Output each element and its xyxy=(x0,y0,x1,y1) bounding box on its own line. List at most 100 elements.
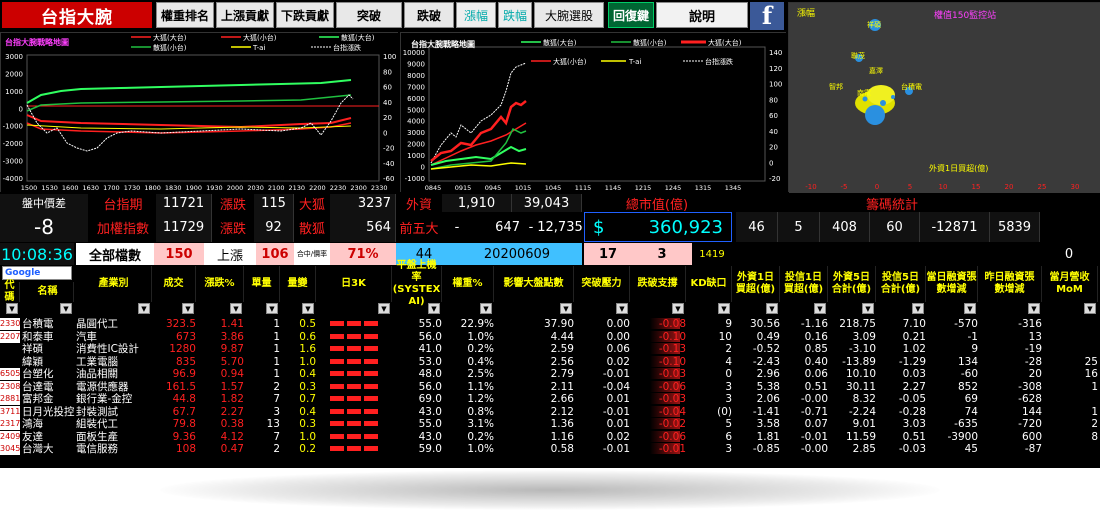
filter-dropdown-icon[interactable]: ▼ xyxy=(60,303,72,314)
cell-ind: 晶圓代工 xyxy=(76,318,118,330)
filter-dropdown-icon[interactable]: ▼ xyxy=(1028,303,1040,314)
col-header[interactable]: 產業別 xyxy=(76,266,152,302)
weight-rank-button[interactable]: 權重排名 xyxy=(156,2,214,28)
col-header[interactable]: 跌破支撐 xyxy=(630,266,686,302)
facebook-icon[interactable]: f xyxy=(750,1,784,30)
col-header[interactable]: 影響大盤點數 xyxy=(494,266,574,302)
col-header[interactable]: 外資1日 買超(億) xyxy=(732,266,780,302)
cell-w: 22.9% xyxy=(460,318,494,330)
col-header[interactable]: 投信5日 合計(億) xyxy=(876,266,926,302)
help-button[interactable]: 說明 xyxy=(656,2,748,28)
col-header[interactable]: 成交 xyxy=(152,266,196,302)
col-header[interactable]: 當月營收 MoM xyxy=(1042,266,1098,302)
loss-button[interactable]: 跌幅 xyxy=(498,2,532,28)
col-header[interactable]: 突破壓力 xyxy=(574,266,630,302)
kbar-mark xyxy=(330,446,344,451)
col-header[interactable]: 平盤上機率 (SYSTEX AI) xyxy=(392,260,442,307)
table-row[interactable]: 2409 友達 面板生產 9.36 4.12 7 1.0 43.0 0.2% 1.16 0.02 -0… xyxy=(0,430,1100,443)
breakdown-button[interactable]: 跌破 xyxy=(404,2,454,28)
cell-f5: 2.85 xyxy=(852,443,876,455)
up-contribution-button[interactable]: 上漲貢獻 xyxy=(216,2,274,28)
cell-br: -0.01 xyxy=(602,368,630,380)
col-header[interactable]: 權重% xyxy=(442,266,494,302)
table-row[interactable]: 6505 台塑化 油品相關 96.9 0.94 1 0.4 48.0 2.5% 2.79 -0.01… xyxy=(0,368,1100,380)
filter-dropdown-icon[interactable]: ▼ xyxy=(560,303,572,314)
chart3-xtick: 30 xyxy=(1071,183,1080,191)
filter-dropdown-icon[interactable]: ▼ xyxy=(138,303,150,314)
col-header[interactable]: 量變 xyxy=(280,266,316,302)
filter-dropdown-icon[interactable]: ▼ xyxy=(766,303,778,314)
col-header[interactable]: KD缺口 xyxy=(686,266,732,302)
filter-dropdown-icon[interactable]: ▼ xyxy=(6,303,18,314)
col-header[interactable]: 日3K xyxy=(316,266,392,302)
chart1-ytick-left: 3000 xyxy=(5,53,23,61)
filter-dropdown-icon[interactable]: ▼ xyxy=(378,303,390,314)
col-header[interactable]: 單量 xyxy=(244,266,280,302)
filter-dropdown-icon[interactable]: ▼ xyxy=(814,303,826,314)
cell-mom: 2 xyxy=(1091,418,1098,430)
cell-kd: 10 xyxy=(718,330,732,343)
chart2-xtick: 1315 xyxy=(695,184,712,192)
restore-button[interactable]: 回復鍵 xyxy=(608,2,654,28)
table-row[interactable]: 緯穎 工業電腦 835 5.70 1 1.0 53.0 0.4% 2.56 0.02 -0.10 4 -… xyxy=(0,355,1100,368)
cell-vol: 7 xyxy=(273,393,280,405)
cell-vol: 1 xyxy=(273,330,280,343)
gain-button[interactable]: 漲幅 xyxy=(456,2,496,28)
filter-dropdown-icon[interactable]: ▼ xyxy=(182,303,194,314)
table-row[interactable]: 祥碩 消費性IC設計 1280 9.87 1 1.6 41.0 0.2% 2.59 0.06 -0.… xyxy=(0,343,1100,355)
col-header[interactable]: 當日融資張 數增減 xyxy=(926,266,978,302)
cell-f1: 3.58 xyxy=(756,418,780,430)
top5-value-a: 647 xyxy=(495,219,520,235)
stock-pick-button[interactable]: 大腕選股 xyxy=(534,2,604,28)
filter-dropdown-icon[interactable]: ▼ xyxy=(862,303,874,314)
stat-6: 5839 xyxy=(990,212,1040,242)
filter-dropdown-icon[interactable]: ▼ xyxy=(964,303,976,314)
chart1-xtick: 1930 xyxy=(206,184,223,192)
col-header[interactable]: 漲跌% xyxy=(196,266,244,302)
google-search-button[interactable]: Google xyxy=(2,266,72,280)
filter-dropdown-icon[interactable]: ▼ xyxy=(616,303,628,314)
col-header[interactable]: 名稱 xyxy=(22,282,74,302)
cell-kd: 6 xyxy=(725,430,732,443)
cell-name: 台塑化 xyxy=(22,368,54,380)
filter-dropdown-icon[interactable]: ▼ xyxy=(1084,303,1096,314)
cell-m2: -19 xyxy=(1024,343,1042,355)
filter-dropdown-icon[interactable]: ▼ xyxy=(912,303,924,314)
table-row[interactable]: 3045 台灣大 電信服務 108 0.47 2 0.2 59.0 1.0% 0.58 -0.01 -… xyxy=(0,443,1100,455)
breakout-button[interactable]: 突破 xyxy=(336,2,402,28)
cell-m1: 852 xyxy=(957,380,978,393)
filter-dropdown-icon[interactable]: ▼ xyxy=(480,303,492,314)
cell-t1: -1.16 xyxy=(800,318,828,330)
chart2-title: 台指大腕戰略地圖 xyxy=(411,39,475,49)
table-row[interactable]: 3711 日月光投控 封裝測試 67.7 2.27 3 0.4 43.0 0.8% 2.12 -0.… xyxy=(0,405,1100,418)
kbar-mark xyxy=(347,446,361,451)
down-contribution-button[interactable]: 下跌貢獻 xyxy=(276,2,334,28)
filter-dropdown-icon[interactable]: ▼ xyxy=(718,303,730,314)
top5-value-b: 12,735 xyxy=(537,219,583,235)
cell-f1: 2.06 xyxy=(756,393,780,405)
table-row[interactable]: 2207 和泰車 汽車 673 3.86 1 0.6 56.0 1.0% 4.44 0.00 -0.1… xyxy=(0,330,1100,343)
table-row[interactable]: 2881 富邦金 銀行業-金控 44.8 1.82 7 0.7 69.0 1.2% 2.66 0.0… xyxy=(0,393,1100,405)
col-header[interactable]: 投信1日 買超(億) xyxy=(780,266,828,302)
chart1-ytick-right: 100 xyxy=(383,53,396,61)
chart2-ytick-left: 5000 xyxy=(407,106,425,114)
cell-code: 2881 xyxy=(0,393,21,405)
col-header[interactable]: 昨日融資張 數增減 xyxy=(978,266,1042,302)
table-row[interactable]: 2317 鴻海 組裝代工 79.8 0.38 13 0.3 55.0 3.1% 1.36 0.01 -… xyxy=(0,418,1100,430)
table-row[interactable]: 2308 台達電 電源供應器 161.5 1.57 2 0.3 56.0 1.1% 2.11 -0.… xyxy=(0,380,1100,393)
filter-dropdown-icon[interactable]: ▼ xyxy=(230,303,242,314)
col-header[interactable]: 外資5日 合計(億) xyxy=(828,266,876,302)
cell-ind: 汽車 xyxy=(76,330,97,343)
table-row[interactable]: 2330 台積電 晶圓代工 323.5 1.41 1 0.5 55.0 22.9% 37.90 0.… xyxy=(0,318,1100,330)
chart2-legend-4: T-ai xyxy=(628,58,641,66)
filter-dropdown-icon[interactable]: ▼ xyxy=(672,303,684,314)
filter-dropdown-icon[interactable]: ▼ xyxy=(266,303,278,314)
kbar-mark xyxy=(347,333,361,339)
col-header[interactable]: 代碼 xyxy=(0,280,20,303)
chart2-ytick-right: 80 xyxy=(769,96,778,104)
chart2-ytick-right: 140 xyxy=(769,49,782,57)
filter-dropdown-icon[interactable]: ▼ xyxy=(302,303,314,314)
filter-dropdown-icon[interactable]: ▼ xyxy=(428,303,440,314)
chart2-xtick: 1115 xyxy=(575,184,592,192)
top5-dash-2: - xyxy=(528,219,534,235)
